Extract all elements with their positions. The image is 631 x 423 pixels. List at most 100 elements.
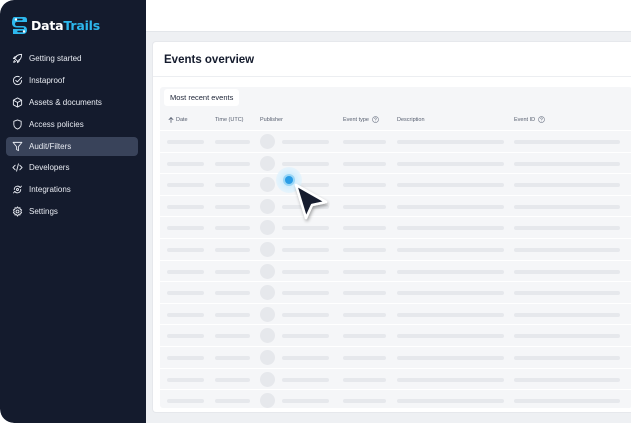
skeleton-bar bbox=[397, 269, 504, 274]
sidebar-item-label: Getting started bbox=[29, 54, 82, 63]
skeleton-bar bbox=[282, 269, 329, 274]
sidebar-item-getting-started[interactable]: Getting started bbox=[6, 49, 138, 68]
skeleton-bar bbox=[167, 140, 204, 144]
avatar-placeholder bbox=[260, 349, 275, 365]
skeleton-bar bbox=[282, 312, 329, 317]
skeleton-bar bbox=[282, 226, 329, 231]
sidebar-item-instaproof[interactable]: Instaproof bbox=[6, 71, 138, 90]
table-row[interactable] bbox=[160, 259, 631, 282]
skeleton-bar bbox=[397, 247, 504, 252]
skeleton-bar bbox=[215, 226, 250, 231]
skeleton-bar bbox=[397, 140, 504, 144]
shield-icon bbox=[12, 119, 23, 130]
skeleton-bar bbox=[397, 161, 504, 166]
sidebar-nav: Getting started Instaproof Assets & docu… bbox=[6, 49, 138, 224]
skeleton-bar bbox=[343, 204, 386, 209]
sidebar-item-audit-filters[interactable]: Audit/Filters bbox=[6, 136, 138, 156]
skeleton-bar bbox=[167, 269, 204, 274]
column-header-label: Event ID bbox=[514, 116, 536, 123]
sidebar-item-label: Instaproof bbox=[29, 75, 65, 85]
skeleton-bar bbox=[343, 334, 386, 339]
skeleton-bar bbox=[343, 183, 386, 188]
skeleton-bar bbox=[215, 269, 250, 274]
skeleton-bar bbox=[167, 399, 204, 404]
column-header-label: Time (UTC) bbox=[215, 116, 244, 123]
logo[interactable]: DataTrails bbox=[11, 15, 100, 36]
skeleton-bar bbox=[215, 204, 250, 209]
column-header-date[interactable]: Date bbox=[168, 109, 188, 130]
cube-icon bbox=[12, 97, 23, 108]
skeleton-bar bbox=[343, 291, 386, 296]
table-row[interactable] bbox=[160, 389, 631, 411]
skeleton-bar bbox=[167, 334, 204, 339]
sidebar-item-settings[interactable]: Settings bbox=[6, 202, 138, 221]
skeleton-bar bbox=[514, 312, 620, 317]
skeleton-bar bbox=[167, 247, 204, 252]
skeleton-bar bbox=[215, 399, 250, 404]
logo-text-part1: Data bbox=[31, 18, 64, 33]
skeleton-bar bbox=[514, 226, 620, 231]
sidebar-item-integrations[interactable]: Integrations bbox=[6, 180, 138, 199]
column-header-publisher[interactable]: Publisher bbox=[260, 109, 283, 130]
divider bbox=[153, 76, 631, 77]
table-row[interactable] bbox=[160, 173, 631, 195]
skeleton-bar bbox=[514, 399, 620, 404]
skeleton-bar bbox=[397, 377, 504, 382]
skeleton-bar bbox=[514, 291, 620, 296]
logo-text-part2: Trails bbox=[63, 18, 100, 33]
avatar-placeholder bbox=[260, 155, 275, 171]
skeleton-bar bbox=[167, 312, 204, 317]
sidebar-item-label: Developers bbox=[29, 163, 70, 173]
skeleton-bar bbox=[167, 226, 204, 231]
skeleton-bar bbox=[215, 183, 250, 188]
table-row[interactable] bbox=[160, 216, 631, 238]
column-header-time[interactable]: Time (UTC) bbox=[215, 109, 244, 130]
column-header-label: Date bbox=[176, 116, 188, 123]
table-row[interactable] bbox=[160, 302, 631, 325]
column-header-event-type[interactable]: Event type bbox=[343, 109, 379, 130]
skeleton-bar bbox=[215, 312, 250, 317]
sidebar-item-developers[interactable]: Developers bbox=[6, 158, 138, 177]
table-row[interactable] bbox=[160, 281, 631, 303]
gear-icon bbox=[12, 206, 23, 217]
table-body bbox=[160, 130, 631, 411]
table-row[interactable] bbox=[160, 194, 631, 217]
sidebar: DataTrails Getting started Instaproof As… bbox=[0, 0, 146, 423]
skeleton-bar bbox=[514, 183, 620, 188]
rocket-icon bbox=[12, 53, 23, 64]
table-row[interactable] bbox=[160, 237, 631, 260]
skeleton-bar bbox=[343, 312, 386, 317]
column-header-description[interactable]: Description bbox=[397, 109, 425, 130]
table-row[interactable] bbox=[160, 130, 631, 152]
table-row[interactable] bbox=[160, 367, 631, 390]
skeleton-bar bbox=[343, 247, 386, 252]
table-row[interactable] bbox=[160, 345, 631, 368]
page-title: Events overview bbox=[164, 54, 255, 66]
column-header-event-id[interactable]: Event ID bbox=[514, 109, 545, 130]
sidebar-item-label: Integrations bbox=[29, 185, 71, 195]
skeleton-bar bbox=[343, 269, 386, 274]
column-header-label: Description bbox=[397, 116, 425, 123]
avatar-placeholder bbox=[260, 134, 275, 149]
skeleton-bar bbox=[514, 355, 620, 360]
avatar-placeholder bbox=[260, 263, 275, 279]
skeleton-bar bbox=[282, 291, 329, 296]
help-circle-icon[interactable] bbox=[538, 116, 545, 123]
skeleton-bar bbox=[215, 355, 250, 360]
sort-arrow-up-icon bbox=[168, 116, 174, 123]
table-row[interactable] bbox=[160, 151, 631, 174]
table-row[interactable] bbox=[160, 324, 631, 346]
skeleton-bar bbox=[343, 355, 386, 360]
avatar-placeholder bbox=[260, 177, 275, 193]
avatar-placeholder bbox=[260, 198, 275, 214]
skeleton-bar bbox=[167, 291, 204, 296]
skeleton-bar bbox=[397, 399, 504, 404]
sidebar-item-label: Audit/Filters bbox=[29, 141, 72, 151]
tab-most-recent-events[interactable]: Most recent events bbox=[164, 89, 240, 106]
sidebar-item-access-policies[interactable]: Access policies bbox=[6, 115, 138, 134]
help-circle-icon[interactable] bbox=[372, 116, 379, 123]
skeleton-bar bbox=[282, 399, 329, 404]
table-header: Date Time (UTC) Publisher Event type Des… bbox=[160, 109, 631, 130]
sidebar-item-assets-documents[interactable]: Assets & documents bbox=[6, 93, 138, 112]
skeleton-bar bbox=[167, 204, 204, 209]
